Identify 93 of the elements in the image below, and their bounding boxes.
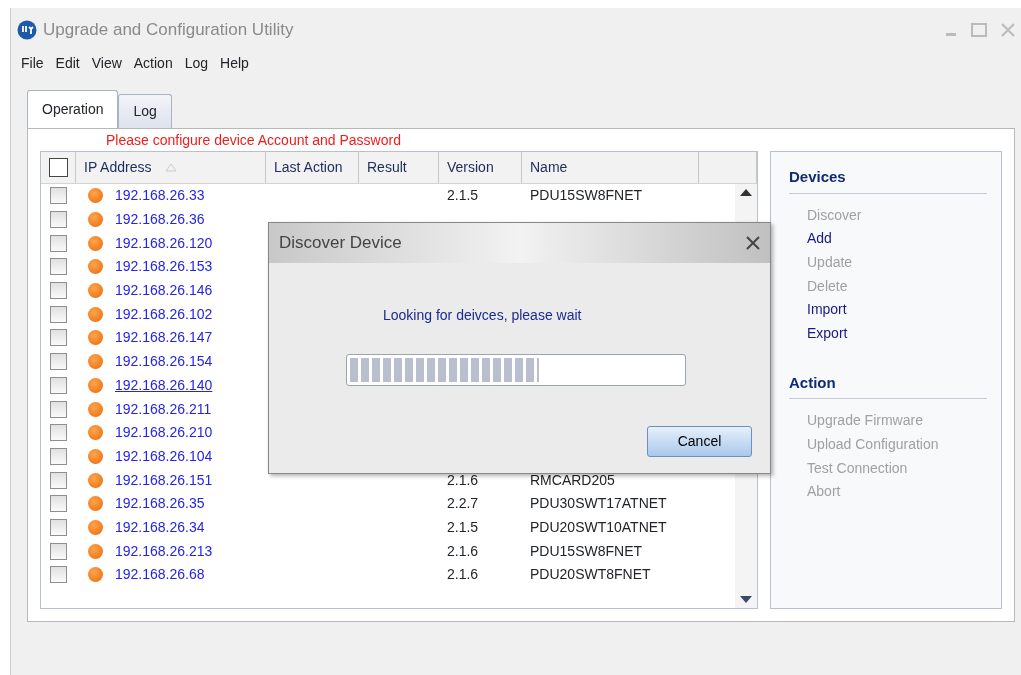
row-checkbox[interactable] [50, 471, 67, 489]
version-cell: 2.1.6 [447, 542, 479, 559]
status-dot-icon [88, 377, 103, 393]
app-logo-icon [17, 20, 37, 40]
ip-address-link[interactable]: 192.168.26.34 [115, 516, 205, 538]
version-cell: 2.1.5 [447, 187, 479, 204]
dialog-title: Discover Device [279, 232, 402, 255]
section-heading: Action [789, 371, 987, 400]
row-checkbox[interactable] [50, 376, 67, 394]
device-name-cell: PDU15SW8FNET [530, 542, 643, 559]
menu-item[interactable]: Edit [55, 52, 80, 74]
status-dot-icon [88, 543, 103, 559]
status-dot-icon [88, 472, 103, 488]
menu-item[interactable]: Action [133, 52, 173, 74]
ip-address-link[interactable]: 192.168.26.147 [115, 327, 213, 349]
ip-address-link[interactable]: 192.168.26.211 [115, 398, 212, 420]
select-all-checkbox[interactable] [48, 158, 68, 177]
window-title: Upgrade and Configuration Utility [43, 19, 294, 42]
ip-address-link[interactable]: 192.168.26.153 [115, 256, 213, 278]
cancel-button[interactable]: Cancel [647, 426, 752, 457]
version-cell: 2.1.6 [447, 471, 479, 488]
column-header[interactable]: Last Action [266, 152, 359, 183]
status-dot-icon [88, 330, 103, 346]
row-checkbox[interactable] [50, 258, 67, 276]
status-dot-icon [88, 401, 103, 417]
row-checkbox[interactable] [50, 305, 67, 323]
status-dot-icon [88, 283, 103, 299]
status-dot-icon [88, 519, 103, 535]
task-link[interactable]: Import [789, 298, 987, 322]
status-dot-icon [88, 567, 103, 583]
ip-address-link[interactable]: 192.168.26.151 [115, 469, 213, 491]
status-dot-icon [88, 306, 103, 322]
ip-address-link[interactable]: 192.168.26.35 [115, 493, 205, 515]
ip-address-link[interactable]: 192.168.26.36 [115, 209, 205, 231]
scroll-up-arrow-icon[interactable] [740, 188, 752, 196]
status-dot-icon [88, 448, 103, 464]
status-dot-icon [88, 259, 103, 275]
scroll-down-arrow-icon[interactable] [740, 596, 752, 604]
column-header[interactable]: Result [359, 152, 439, 183]
row-checkbox[interactable] [50, 187, 67, 205]
ip-address-link[interactable]: 192.168.26.213 [115, 540, 213, 562]
row-checkbox[interactable] [50, 424, 67, 442]
row-checkbox[interactable] [50, 542, 67, 560]
ip-address-link[interactable]: 192.168.26.104 [115, 445, 213, 467]
ip-address-link[interactable]: 192.168.26.146 [115, 280, 213, 302]
version-cell: 2.2.7 [447, 495, 479, 512]
device-name-cell: PDU15SW8FNET [530, 187, 643, 204]
status-dot-icon [88, 212, 103, 228]
ip-address-link[interactable]: 192.168.26.140 [115, 374, 213, 396]
tab[interactable]: Operation [27, 90, 119, 128]
row-checkbox[interactable] [50, 400, 67, 418]
ip-address-link[interactable]: 192.168.26.210 [115, 422, 213, 444]
ip-address-link[interactable]: 192.168.26.102 [115, 303, 213, 325]
task-link[interactable]: Add [789, 227, 987, 251]
row-checkbox[interactable] [50, 234, 67, 252]
row-checkbox[interactable] [50, 329, 67, 347]
section-heading: Devices [789, 166, 987, 194]
column-header[interactable]: Name [522, 152, 699, 183]
status-dot-icon [88, 425, 103, 441]
status-message: Looking for deivces, please wait [383, 306, 583, 325]
menu-item[interactable]: File [21, 52, 44, 74]
close-icon[interactable] [746, 236, 760, 250]
menu-item[interactable]: View [91, 52, 122, 74]
row-checkbox[interactable] [50, 447, 67, 465]
task-link[interactable]: Export [789, 322, 987, 346]
row-checkbox[interactable] [50, 211, 67, 229]
tab[interactable]: Log [118, 94, 172, 128]
menu-item[interactable]: Log [184, 52, 209, 74]
ip-address-link[interactable]: 192.168.26.154 [115, 351, 213, 373]
row-checkbox[interactable] [50, 353, 67, 371]
version-cell: 2.1.6 [447, 566, 479, 583]
ip-address-link[interactable]: 192.168.26.120 [115, 232, 213, 254]
ip-address-link[interactable]: 192.168.26.33 [115, 185, 205, 207]
sort-arrow-icon [165, 163, 178, 172]
maximize-icon[interactable] [971, 23, 987, 37]
row-checkbox[interactable] [50, 566, 67, 584]
column-header[interactable]: IP Address [76, 152, 266, 183]
device-name-cell: RMCARD205 [530, 471, 615, 488]
row-checkbox[interactable] [50, 282, 67, 300]
status-dot-icon [88, 496, 103, 512]
row-checkbox[interactable] [50, 518, 67, 536]
device-name-cell: PDU20SWT10ATNET [530, 518, 667, 535]
column-header[interactable]: Version [439, 152, 522, 183]
status-dot-icon [88, 354, 103, 370]
menu-item[interactable]: Help [220, 52, 249, 74]
warning-message: Please configure device Account and Password [105, 131, 402, 150]
status-dot-icon [88, 235, 103, 251]
ip-address-link[interactable]: 192.168.26.68 [115, 564, 205, 586]
device-name-cell: PDU30SWT17ATNET [530, 495, 667, 512]
status-dot-icon [88, 188, 103, 204]
device-name-cell: PDU20SWT8FNET [530, 566, 651, 583]
row-checkbox[interactable] [50, 495, 67, 513]
version-cell: 2.1.5 [447, 518, 479, 535]
